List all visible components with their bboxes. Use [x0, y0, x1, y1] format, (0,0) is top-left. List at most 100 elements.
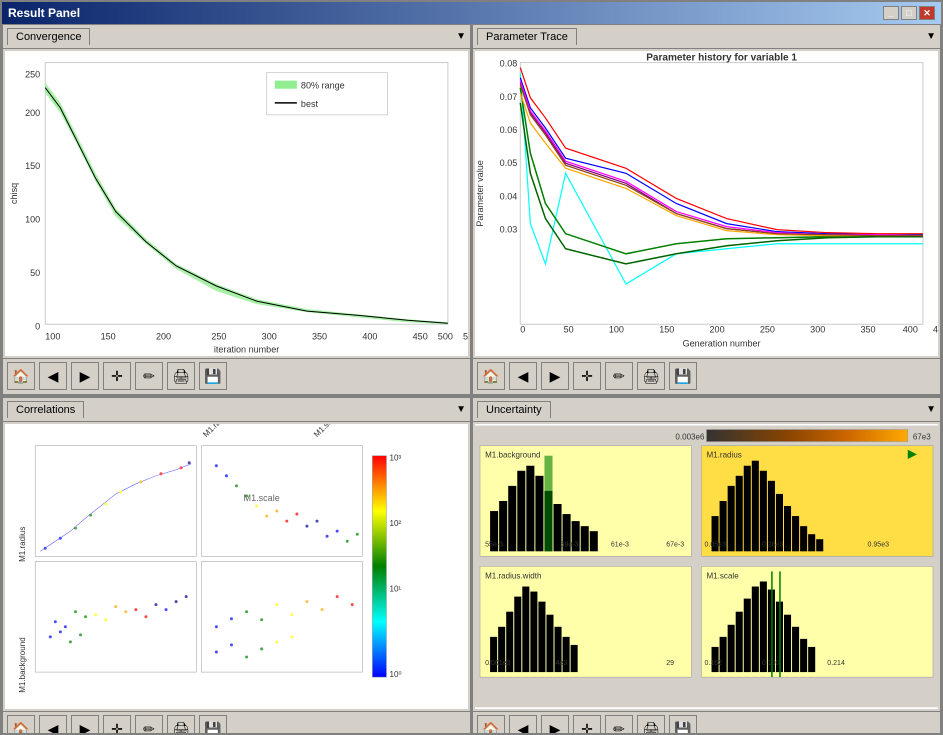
back-button-br[interactable]: ◀ [509, 715, 537, 733]
svg-text:150: 150 [659, 324, 674, 334]
svg-text:150: 150 [101, 331, 116, 341]
svg-text:80% range: 80% range [301, 81, 345, 91]
parameter-trace-dropdown[interactable]: ▼ [926, 31, 936, 42]
svg-text:200: 200 [710, 324, 725, 334]
correlations-header: Correlations ▼ [3, 398, 470, 422]
svg-text:0.06: 0.06 [500, 125, 518, 135]
svg-text:M1.scale: M1.scale [707, 571, 740, 580]
edit-button-tr[interactable]: ✏ [605, 362, 633, 390]
svg-text:0.08: 0.08 [500, 59, 518, 69]
print-button-br[interactable]: 🖨 [637, 715, 665, 733]
forward-button-tr[interactable]: ▶ [541, 362, 569, 390]
pan-button-tl[interactable]: ✛ [103, 362, 131, 390]
result-panel-window: Result Panel _ □ ✕ Convergence ▼ [0, 0, 943, 735]
convergence-toolbar: 🏠 ◀ ▶ ✛ ✏ 🖨 💾 [3, 358, 470, 394]
correlations-tab[interactable]: Correlations [7, 401, 84, 418]
correlations-plot: M1.radius M1.background M1.radius.width … [5, 424, 468, 709]
svg-text:0.162: 0.162 [704, 660, 722, 667]
home-button-bl[interactable]: 🏠 [7, 715, 35, 733]
svg-text:250: 250 [25, 70, 40, 80]
svg-text:0.03: 0.03 [500, 225, 518, 235]
svg-text:200: 200 [156, 331, 171, 341]
svg-text:best: best [301, 99, 319, 109]
uncertainty-svg: 0.003e6 67e3 M1.background [475, 424, 938, 709]
correlations-dropdown[interactable]: ▼ [456, 404, 466, 415]
back-button-tr[interactable]: ◀ [509, 362, 537, 390]
svg-text:350: 350 [860, 324, 875, 334]
svg-text:100: 100 [609, 324, 624, 334]
forward-button-tl[interactable]: ▶ [71, 362, 99, 390]
home-button-tl[interactable]: 🏠 [7, 362, 35, 390]
forward-button-br[interactable]: ▶ [541, 715, 569, 733]
uncertainty-header: Uncertainty ▼ [473, 398, 940, 422]
svg-text:550: 550 [463, 331, 468, 341]
convergence-header: Convergence ▼ [3, 25, 470, 49]
correlations-tab-label: Correlations [16, 404, 75, 416]
maximize-button[interactable]: □ [901, 6, 917, 20]
svg-text:0.28e3: 0.28e3 [762, 541, 784, 548]
parameter-trace-tab[interactable]: Parameter Trace [477, 28, 577, 45]
svg-text:M1.radius.width: M1.radius.width [485, 571, 541, 580]
parameter-trace-tab-label: Parameter Trace [486, 31, 568, 43]
parameter-trace-header: Parameter Trace ▼ [473, 25, 940, 49]
convergence-tab[interactable]: Convergence [7, 28, 90, 45]
pan-button-bl[interactable]: ✛ [103, 715, 131, 733]
svg-text:0.05e3: 0.05e3 [704, 541, 726, 548]
uncertainty-tab[interactable]: Uncertainty [477, 401, 551, 418]
svg-text:100: 100 [25, 215, 40, 225]
print-button-tr[interactable]: 🖨 [637, 362, 665, 390]
parameter-trace-toolbar: 🏠 ◀ ▶ ✛ ✏ 🖨 💾 [473, 358, 940, 394]
svg-text:0.190: 0.190 [762, 660, 780, 667]
main-content: Convergence ▼ chisq 100 150 200 250 [2, 24, 941, 733]
correlations-svg: M1.radius M1.background M1.radius.width … [5, 424, 468, 709]
edit-button-br[interactable]: ✏ [605, 715, 633, 733]
svg-text:150: 150 [25, 161, 40, 171]
svg-text:29: 29 [666, 660, 674, 667]
parameter-trace-plot: Parameter history for variable 1 Paramet… [475, 51, 938, 356]
uncertainty-panel: Uncertainty ▼ [472, 397, 941, 733]
uncertainty-dropdown[interactable]: ▼ [926, 404, 936, 415]
svg-text:55e-3: 55e-3 [485, 541, 503, 548]
convergence-dropdown[interactable]: ▼ [456, 31, 466, 42]
svg-text:M1.background: M1.background [485, 451, 540, 460]
svg-text:350: 350 [312, 331, 327, 341]
svg-text:61e-3: 61e-3 [611, 541, 629, 548]
svg-text:10³: 10³ [389, 454, 401, 463]
svg-text:0: 0 [35, 321, 40, 331]
forward-button-bl[interactable]: ▶ [71, 715, 99, 733]
save-button-tr[interactable]: 💾 [669, 362, 697, 390]
back-button-bl[interactable]: ◀ [39, 715, 67, 733]
home-button-br[interactable]: 🏠 [477, 715, 505, 733]
svg-text:67e-3: 67e-3 [666, 541, 684, 548]
print-button-tl[interactable]: 🖨 [167, 362, 195, 390]
pan-button-tr[interactable]: ✛ [573, 362, 601, 390]
svg-text:10²: 10² [389, 519, 401, 528]
svg-text:0.95e3: 0.95e3 [868, 541, 890, 548]
convergence-tab-label: Convergence [16, 31, 81, 43]
svg-text:M1.radius: M1.radius [18, 527, 27, 562]
window-title: Result Panel [8, 6, 80, 20]
back-button-tl[interactable]: ◀ [39, 362, 67, 390]
svg-text:250: 250 [211, 331, 226, 341]
close-button[interactable]: ✕ [919, 6, 935, 20]
correlations-toolbar: 🏠 ◀ ▶ ✛ ✏ 🖨 💾 [3, 711, 470, 733]
svg-text:450: 450 [933, 324, 938, 334]
save-button-tl[interactable]: 💾 [199, 362, 227, 390]
home-button-tr[interactable]: 🏠 [477, 362, 505, 390]
save-button-bl[interactable]: 💾 [199, 715, 227, 733]
edit-button-tl[interactable]: ✏ [135, 362, 163, 390]
edit-button-bl[interactable]: ✏ [135, 715, 163, 733]
print-button-bl[interactable]: 🖨 [167, 715, 195, 733]
svg-text:10⁰: 10⁰ [389, 670, 401, 679]
save-button-br[interactable]: 💾 [669, 715, 697, 733]
svg-text:300: 300 [262, 331, 277, 341]
svg-text:50: 50 [30, 268, 40, 278]
parameter-trace-svg: Parameter history for variable 1 Paramet… [475, 51, 938, 356]
svg-text:10¹: 10¹ [389, 585, 401, 594]
svg-text:59e-3: 59e-3 [561, 541, 579, 548]
svg-text:400: 400 [362, 331, 377, 341]
top-row: Convergence ▼ chisq 100 150 200 250 [2, 24, 941, 397]
pan-button-br[interactable]: ✛ [573, 715, 601, 733]
svg-text:100: 100 [45, 331, 60, 341]
minimize-button[interactable]: _ [883, 6, 899, 20]
